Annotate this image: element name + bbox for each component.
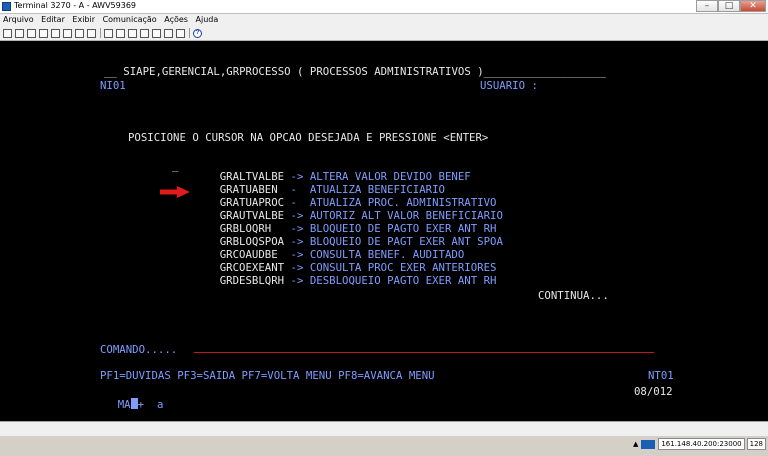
copy-icon[interactable] <box>39 28 48 38</box>
operator-info-area: MA + a <box>92 385 163 424</box>
connection-status-icon <box>641 439 656 449</box>
screen-id: NI01 <box>100 79 126 92</box>
toolbar: ? <box>0 26 768 41</box>
select-all-icon[interactable] <box>75 28 84 38</box>
toolbar-separator <box>100 28 101 38</box>
option-cursor-field[interactable]: _ <box>172 159 178 172</box>
cursor-position: 08/012 <box>634 385 673 398</box>
help-icon[interactable]: ? <box>193 28 202 38</box>
horizontal-scrollbar[interactable] <box>0 421 768 436</box>
menu-comunicacao[interactable]: Comunicação <box>103 14 157 26</box>
comando-field[interactable] <box>194 352 654 353</box>
print-icon[interactable] <box>3 28 12 38</box>
instruction-text: POSICIONE O CURSOR NA OPCAO DESEJADA E P… <box>128 131 489 144</box>
option-arrow: -> <box>290 274 304 287</box>
pf-keys-text: PF1=DUVIDAS PF3=SAIDA PF7=VOLTA MENU PF8… <box>100 369 435 382</box>
send-file-icon[interactable] <box>87 28 96 38</box>
menu-editar[interactable]: Editar <box>41 14 65 26</box>
status-bar: ▲ 161.148.40.200:23000 128 <box>633 437 768 451</box>
receive-icon[interactable] <box>140 28 149 38</box>
menu-arquivo[interactable]: Arquivo <box>3 14 34 26</box>
terminal-screen[interactable]: __ SIAPE,GERENCIAL,GRPROCESSO ( PROCESSO… <box>0 41 768 421</box>
toolbar-separator <box>189 28 190 38</box>
maximize-button[interactable]: □ <box>718 0 740 12</box>
macro-icon[interactable] <box>164 28 173 38</box>
nt-code: NT01 <box>648 369 674 382</box>
cut-icon[interactable] <box>27 28 36 38</box>
host-address: 161.148.40.200:23000 <box>658 438 745 450</box>
copy-append-icon[interactable] <box>63 28 72 38</box>
continua-text: CONTINUA... <box>538 289 609 302</box>
oia-a: a <box>156 398 164 411</box>
print-setup-icon[interactable] <box>15 28 24 38</box>
menu-exibir[interactable]: Exibir <box>72 14 95 26</box>
option-desc: DESBLOQUEIO PAGTO EXER ANT RH <box>309 274 497 287</box>
up-arrow-icon[interactable]: ▲ <box>633 440 638 448</box>
session-number: 128 <box>746 438 766 450</box>
comando-label: COMANDO..... <box>100 343 178 356</box>
transfer-icon[interactable] <box>128 28 137 38</box>
menu-acoes[interactable]: Ações <box>164 14 188 26</box>
minimize-button[interactable]: – <box>696 0 718 12</box>
keyboard-map-icon[interactable] <box>152 28 161 38</box>
usuario-label: USUARIO : <box>480 79 538 92</box>
title-bar: Terminal 3270 - A - AWV59369 – □ ✕ <box>0 0 768 14</box>
oia-mode: MA <box>117 398 131 411</box>
red-arrow-marker-icon <box>160 186 190 198</box>
menu-ajuda[interactable]: Ajuda <box>196 14 219 26</box>
paste-icon[interactable] <box>51 28 60 38</box>
settings-icon[interactable] <box>176 28 185 38</box>
terminal-app-icon <box>2 2 11 11</box>
close-button[interactable]: ✕ <box>740 0 766 12</box>
oia-plus: + <box>137 398 145 411</box>
menu-bar: Arquivo Editar Exibir Comunicação Ações … <box>0 14 768 26</box>
option-code: GRDESBLQRH <box>219 274 285 287</box>
window-title: Terminal 3270 - A - AWV59369 <box>14 1 136 10</box>
connect-icon[interactable] <box>104 28 113 38</box>
disconnect-icon[interactable] <box>116 28 125 38</box>
screen-header: __ SIAPE,GERENCIAL,GRPROCESSO ( PROCESSO… <box>104 65 606 78</box>
text-cursor <box>130 398 138 409</box>
menu-option[interactable]: GRDESBLQRH -> DESBLOQUEIO PAGTO EXER ANT… <box>194 261 497 300</box>
